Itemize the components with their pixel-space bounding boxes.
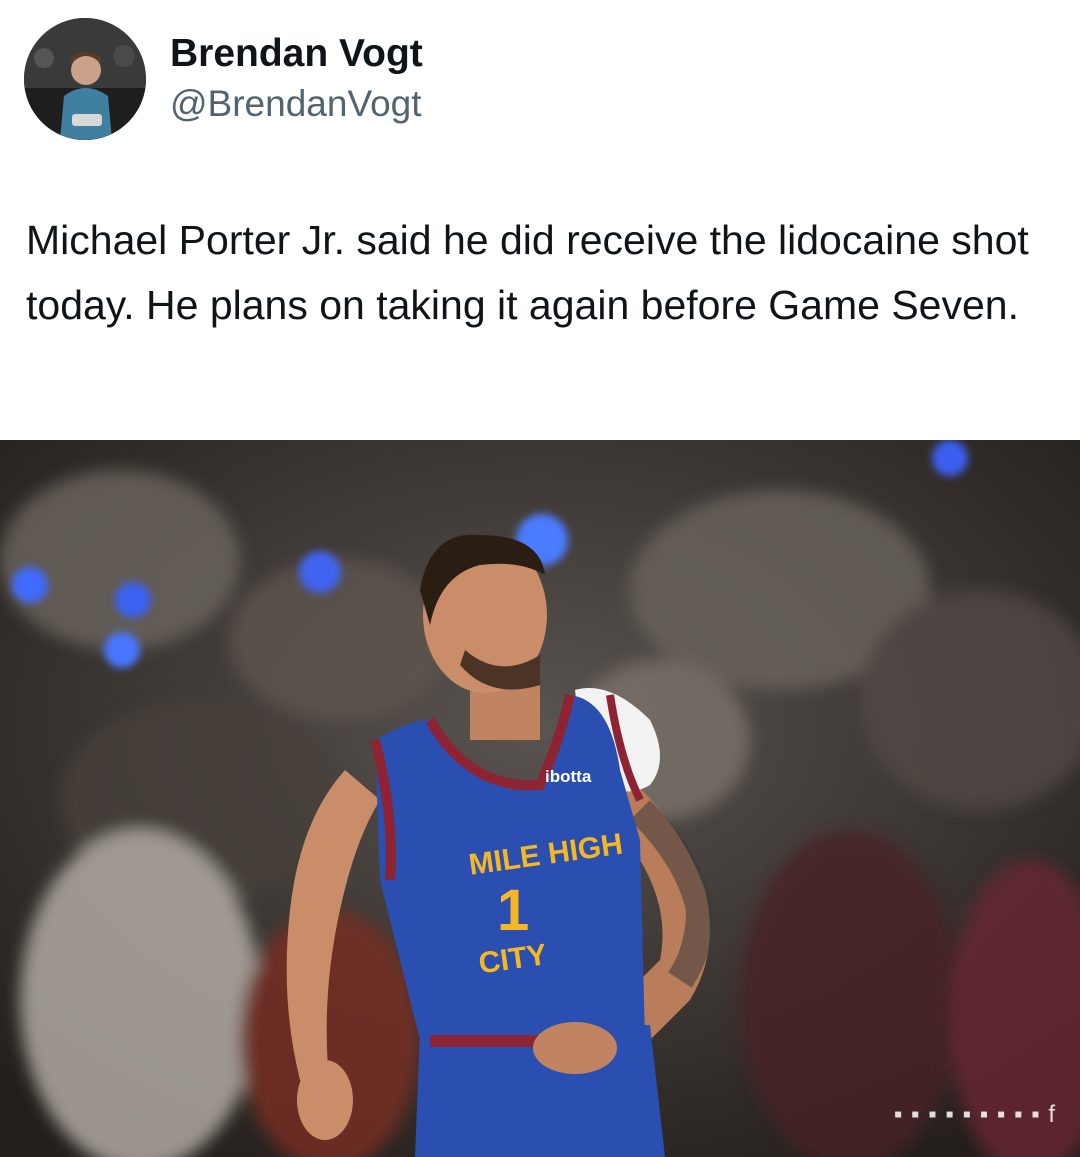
jersey-number: 1 <box>497 878 529 943</box>
photo-watermark: ▪ ▪ ▪ ▪ ▪ ▪ ▪ ▪ ▪ f <box>893 1101 1056 1128</box>
tweet-text: Michael Porter Jr. said he did receive t… <box>26 217 1029 328</box>
jersey-sponsor: ibotta <box>545 767 592 786</box>
author-avatar[interactable] <box>24 18 146 140</box>
player-photo: ibotta MILE HIGH 1 CITY <box>0 440 1080 1157</box>
avatar-photo <box>24 18 146 140</box>
author-names: Brendan Vogt @BrendanVogt <box>170 31 423 127</box>
tweet-header: Brendan Vogt @BrendanVogt <box>24 18 423 140</box>
author-display-name[interactable]: Brendan Vogt <box>170 31 423 77</box>
tweet-media-photo[interactable]: ibotta MILE HIGH 1 CITY ▪ ▪ ▪ ▪ ▪ ▪ ▪ ▪ … <box>0 440 1080 1157</box>
author-handle[interactable]: @BrendanVogt <box>170 81 423 127</box>
